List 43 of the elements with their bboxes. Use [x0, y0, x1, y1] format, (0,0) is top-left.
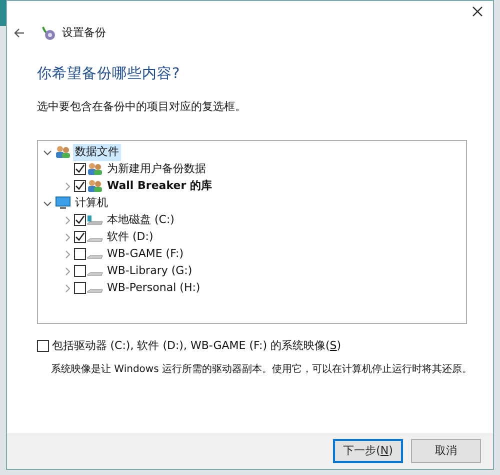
cancel-button[interactable]: 取消 [411, 439, 481, 463]
drive-icon [87, 272, 103, 276]
checkbox[interactable] [74, 231, 86, 244]
page-heading: 你希望备份哪些内容? [37, 66, 180, 82]
collapse-chevron-icon[interactable] [42, 198, 52, 208]
monitor-icon [55, 196, 71, 210]
expand-chevron-icon[interactable] [62, 216, 72, 225]
checkbox[interactable] [74, 265, 86, 278]
tree-item[interactable]: Wall Breaker 的库 [105, 178, 214, 194]
tree-item[interactable]: WB-Personal (H:) [105, 280, 202, 296]
users-icon [55, 145, 71, 160]
expand-chevron-icon[interactable] [62, 250, 72, 259]
tree-item[interactable]: WB-GAME (F:) [105, 246, 186, 262]
checkbox[interactable] [74, 248, 86, 260]
tree-item[interactable]: 本地磁盘 (C:) [105, 212, 176, 228]
back-arrow-icon[interactable] [13, 27, 25, 40]
checkbox[interactable] [74, 180, 86, 192]
checkbox[interactable] [37, 340, 49, 352]
users-icon [87, 162, 103, 176]
collapse-chevron-icon[interactable] [42, 148, 52, 157]
tree-item[interactable]: 软件 (D:) [105, 229, 156, 246]
checkbox[interactable] [74, 214, 86, 226]
system-image-note: 系统映像是让 Windows 运行所需的驱动器副本。使用它，可以在计算机停止运行时将其还原。 [51, 364, 472, 376]
system-image-label[interactable]: 包括驱动器 (C:), 软件 (D:), WB-GAME (F:) 的系统映像(S) [52, 338, 342, 354]
drive-icon [87, 238, 103, 242]
instruction-text: 选中要包含在备份中的项目对应的复选框。 [37, 100, 246, 114]
tree-item[interactable]: 数据文件 [73, 144, 121, 160]
checkbox[interactable] [74, 282, 86, 294]
expand-chevron-icon[interactable] [62, 284, 72, 293]
tree-item[interactable]: WB-Library (G:) [105, 263, 194, 280]
users-icon [87, 179, 103, 194]
drive-icon [87, 288, 103, 293]
expand-chevron-icon[interactable] [62, 232, 72, 242]
window-title: 设置备份 [62, 25, 106, 41]
expand-chevron-icon[interactable] [62, 266, 72, 276]
tree-item[interactable]: 计算机 [73, 195, 110, 212]
expand-chevron-icon[interactable] [62, 182, 72, 191]
checkbox[interactable] [74, 163, 86, 176]
next-button[interactable]: 下一步(N) [333, 439, 403, 463]
backup-icon [40, 25, 56, 42]
drive-icon [87, 215, 103, 226]
drive-icon [87, 254, 103, 259]
tree-item[interactable]: 为新建用户备份数据 [105, 161, 208, 178]
